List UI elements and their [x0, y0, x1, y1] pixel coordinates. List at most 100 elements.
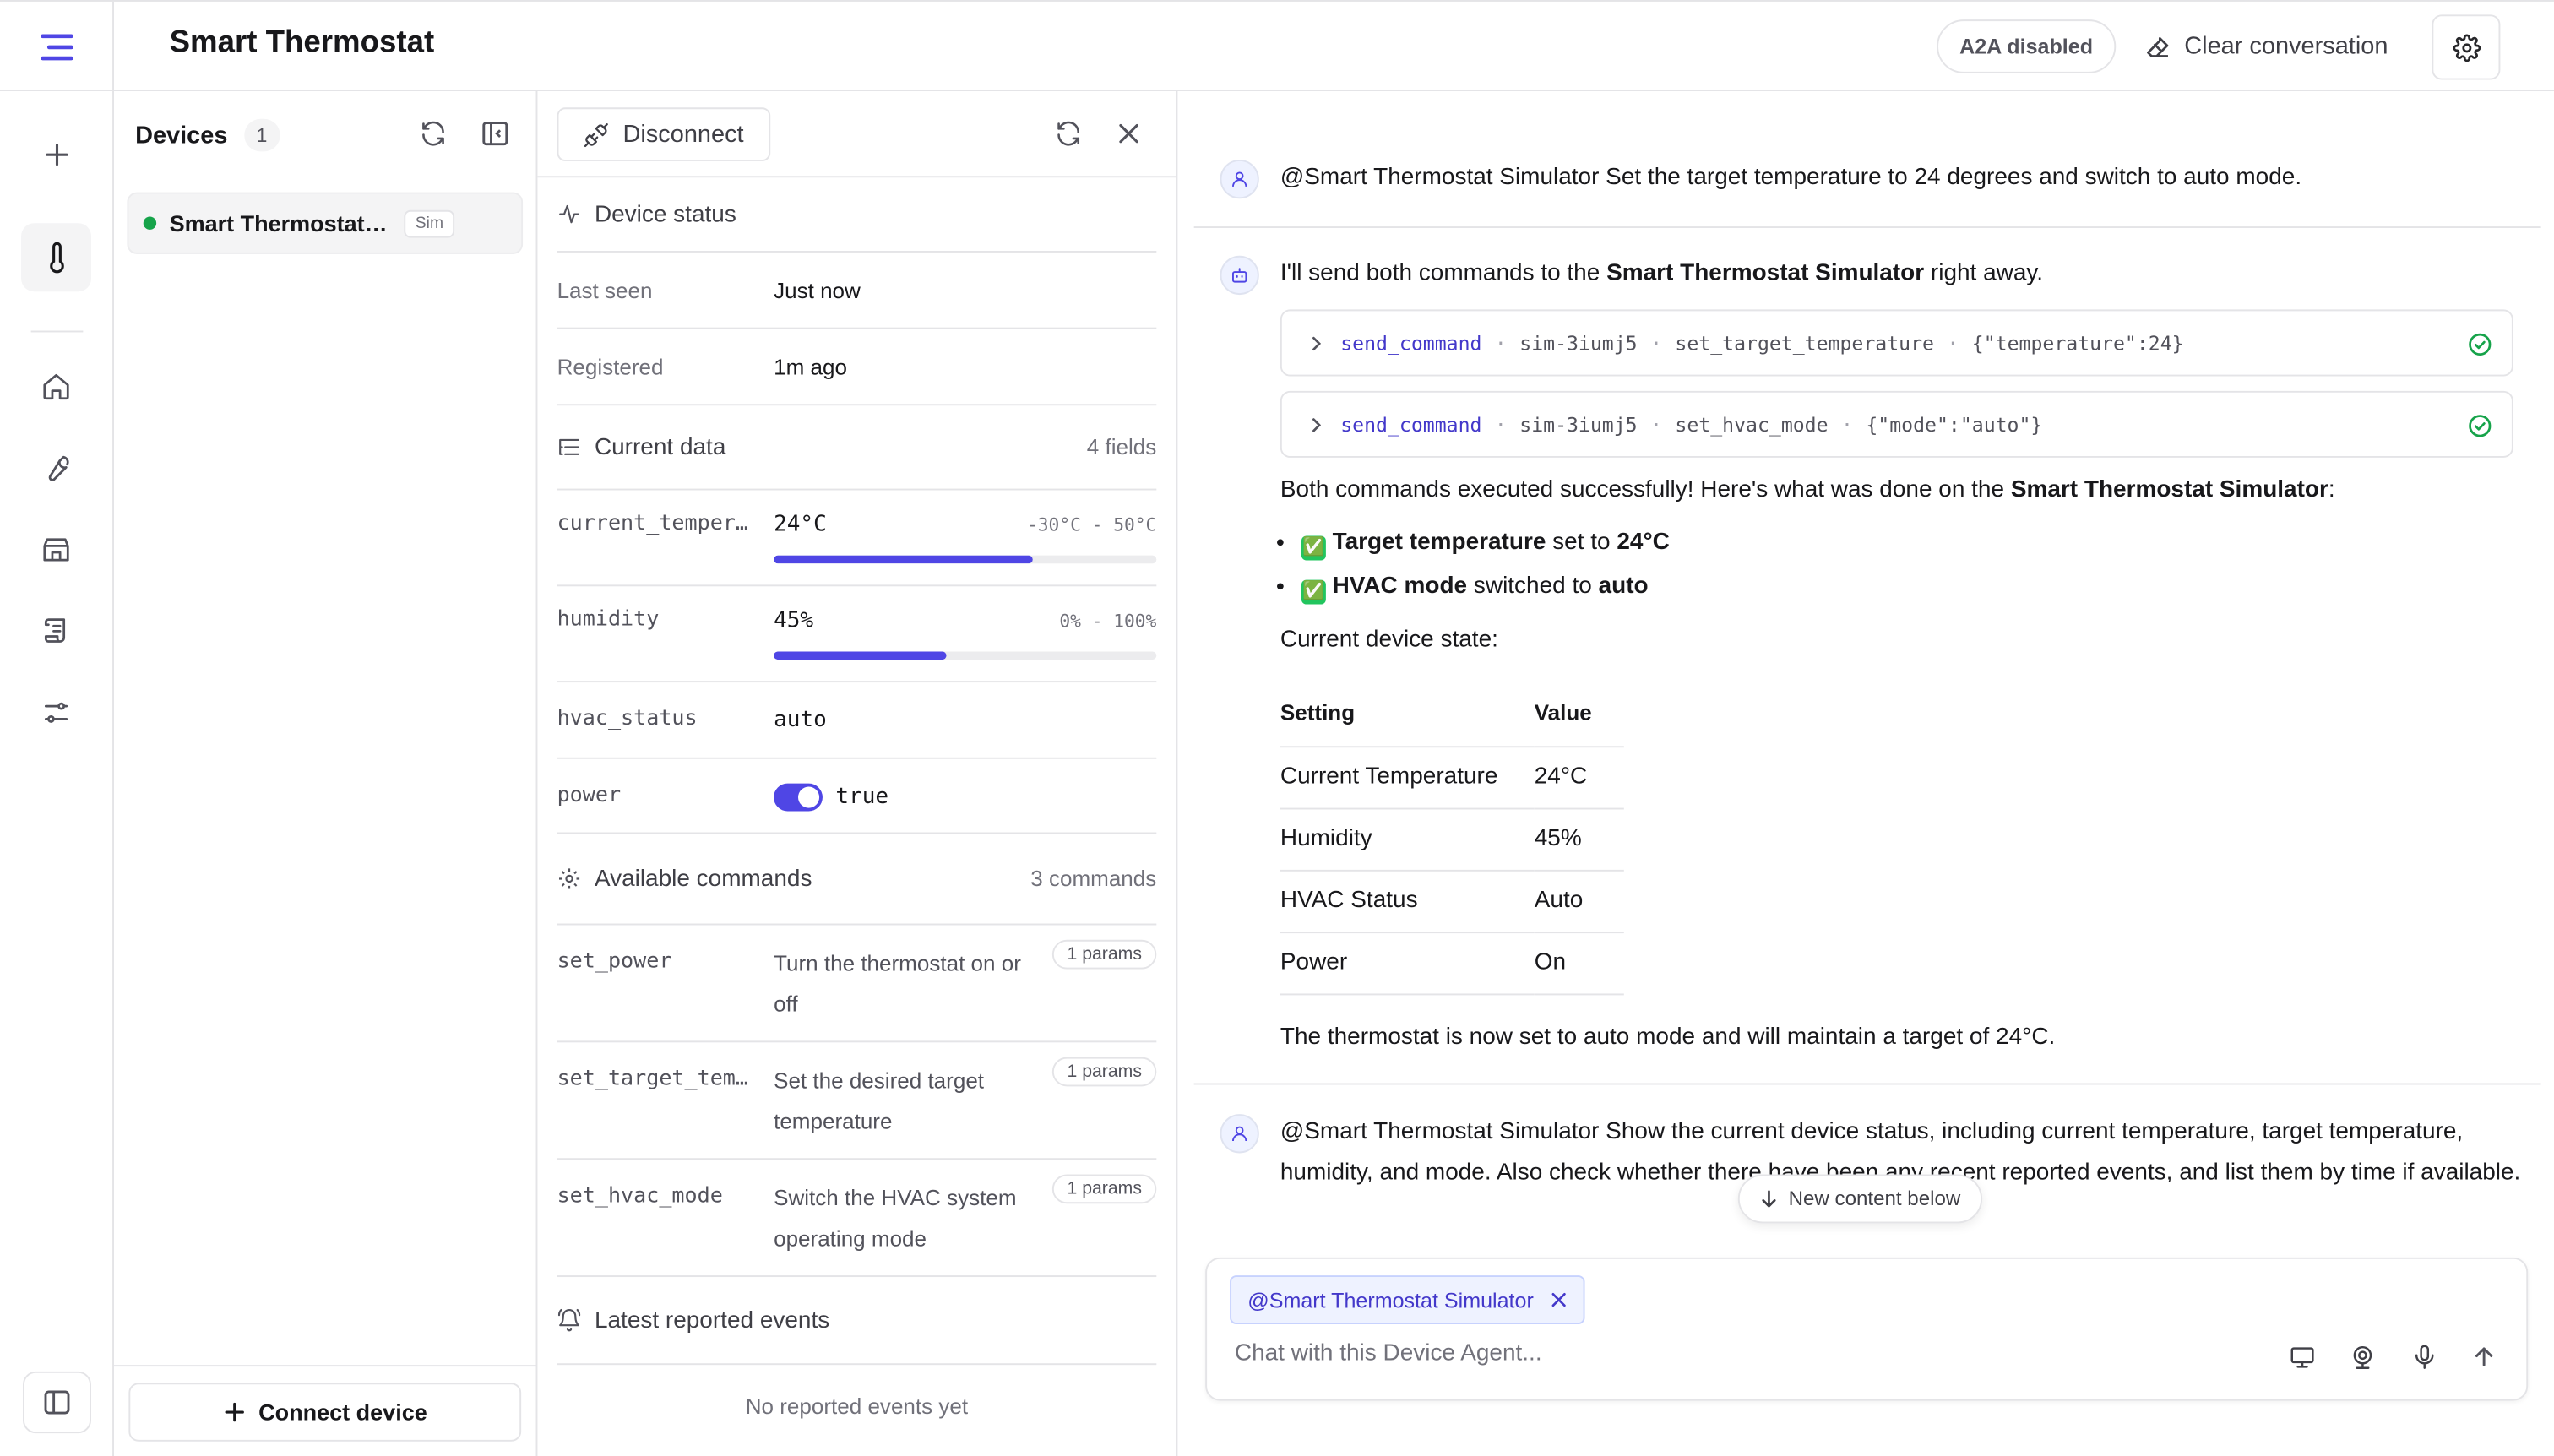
- device-list-item[interactable]: Smart Thermostat Simulator Sim: [127, 192, 524, 254]
- home-icon: [43, 372, 69, 399]
- close-icon[interactable]: [1550, 1291, 1566, 1307]
- store-icon: [43, 537, 69, 561]
- power-toggle[interactable]: [774, 783, 823, 812]
- commands-title: Available commands: [594, 866, 812, 892]
- tool-function: send_command: [1340, 412, 1482, 436]
- devices-header: Devices 1: [135, 118, 280, 152]
- disconnect-label: Disconnect: [622, 120, 744, 149]
- command-row-set-target-temperature[interactable]: set_target_temperature Set the desired t…: [557, 1042, 1157, 1160]
- detail-header: Disconnect: [537, 91, 1176, 178]
- status-label: Registered: [557, 354, 664, 379]
- status-value: Just now: [774, 277, 861, 302]
- eraser-icon: [2147, 36, 2169, 57]
- refresh-devices-button[interactable]: [419, 119, 448, 149]
- status-row-registered: Registered 1m ago: [557, 329, 1157, 406]
- table-row: Power On: [1280, 932, 1624, 995]
- commands-count: 3 commands: [1030, 867, 1157, 891]
- assistant-avatar: [1220, 255, 1259, 296]
- command-row-set-power[interactable]: set_power Turn the thermostat on or off …: [557, 925, 1157, 1043]
- check-circle-icon: [2469, 415, 2492, 437]
- check-mark-icon: ✅: [1301, 535, 1326, 561]
- rail-divider: [30, 330, 84, 333]
- assistant-closing: The thermostat is now set to auto mode a…: [1280, 1024, 2056, 1051]
- commands-section-header: Available commands 3 commands: [557, 834, 1157, 926]
- disconnect-button[interactable]: Disconnect: [557, 107, 771, 161]
- command-name: set_target_temperature: [557, 1067, 753, 1092]
- chat-composer: @Smart Thermostat Simulator: [1205, 1257, 2529, 1401]
- events-empty-note: No reported events yet: [745, 1394, 969, 1419]
- list-tree-icon: [559, 438, 579, 455]
- menu-button[interactable]: [0, 1, 115, 92]
- new-content-button[interactable]: New content below: [1737, 1174, 1982, 1224]
- status-row-last-seen: Last seen Just now: [557, 253, 1157, 329]
- rail-store-button[interactable]: [21, 514, 91, 583]
- camera-button[interactable]: [2349, 1344, 2377, 1372]
- close-icon: [1119, 123, 1138, 144]
- separator: ·: [1494, 331, 1507, 355]
- tool-device-id: sim-3iumj5: [1519, 331, 1638, 355]
- rail-thermostat-button[interactable]: [21, 223, 92, 292]
- result-item: ✅Target temperature set to 24°C: [1301, 521, 1670, 565]
- screen-share-button[interactable]: [2289, 1344, 2317, 1372]
- field-key: power: [557, 783, 622, 808]
- rail-settings-button[interactable]: [21, 677, 91, 746]
- wrench-icon: [48, 454, 69, 481]
- intro-device-name: Smart Thermostat Simulator: [1606, 260, 1925, 287]
- table-cell: Humidity: [1280, 807, 1535, 871]
- a2a-status-badge[interactable]: A2A disabled: [1937, 19, 2117, 73]
- collapse-panel-button[interactable]: [481, 119, 510, 149]
- data-row-power: power true: [557, 759, 1157, 834]
- field-key: humidity: [557, 607, 660, 633]
- user-icon: [1231, 171, 1247, 187]
- send-button[interactable]: [2471, 1344, 2497, 1370]
- current-data-section-header: Current data 4 fields: [557, 405, 1157, 491]
- tool-function: send_command: [1340, 331, 1482, 355]
- tool-args: {"temperature":24}: [1971, 331, 2184, 355]
- rail-home-button[interactable]: [21, 352, 91, 421]
- new-button[interactable]: [21, 121, 91, 189]
- result-text: switched to: [1467, 573, 1599, 600]
- command-params-badge: 1 params: [1052, 1174, 1157, 1204]
- sim-badge: Sim: [404, 209, 455, 237]
- table-cell: Auto: [1534, 869, 1624, 933]
- check-mark-icon: ✅: [1301, 579, 1326, 605]
- summary-text: Both commands executed successfully! Her…: [1280, 477, 2011, 503]
- connect-device-button[interactable]: Connect device: [128, 1383, 522, 1442]
- chat-input[interactable]: [1234, 1340, 2245, 1367]
- tool-args: {"mode":"auto"}: [1866, 412, 2043, 436]
- command-description: Set the desired target temperature: [774, 1068, 985, 1134]
- device-name: Smart Thermostat Simulator: [169, 209, 391, 236]
- tool-call-card[interactable]: send_command · sim-3iumj5 · set_target_t…: [1280, 309, 2513, 377]
- online-status-dot: [143, 216, 157, 230]
- result-label: HVAC mode: [1332, 573, 1468, 600]
- data-row-hvac-status: hvac_status auto: [557, 682, 1157, 759]
- tool-call-card[interactable]: send_command · sim-3iumj5 · set_hvac_mod…: [1280, 390, 2513, 458]
- refresh-detail-button[interactable]: [1054, 119, 1084, 149]
- settings-button[interactable]: [2432, 14, 2501, 80]
- separator: ·: [1947, 331, 1959, 355]
- rail-logs-button[interactable]: [21, 596, 91, 665]
- microphone-icon: [2415, 1345, 2434, 1370]
- chat-panel: @Smart Thermostat Simulator Set the targ…: [1177, 91, 2554, 1456]
- data-row-current-temperature: current_temperature 24°C -30°C - 50°C: [557, 491, 1157, 587]
- toggle-sidebar-button[interactable]: [23, 1371, 92, 1434]
- command-description: Switch the HVAC system operating mode: [774, 1186, 1017, 1252]
- events-section-header: Latest reported events: [557, 1277, 1157, 1366]
- command-row-set-hvac-mode[interactable]: set_hvac_mode Switch the HVAC system ope…: [557, 1160, 1157, 1278]
- field-value: auto: [774, 707, 827, 733]
- table-row: Current Temperature 24°C: [1280, 746, 1624, 809]
- table-cell: On: [1534, 932, 1624, 995]
- bell-icon: [557, 1308, 581, 1332]
- mention-chip[interactable]: @Smart Thermostat Simulator: [1230, 1275, 1584, 1324]
- result-value: 24°C: [1617, 529, 1670, 556]
- devices-panel: Devices 1 Smart Thermostat Simulator Sim…: [114, 91, 538, 1456]
- intro-text: I'll send both commands to the: [1280, 260, 1607, 287]
- microphone-button[interactable]: [2410, 1344, 2438, 1372]
- clear-conversation-button[interactable]: Clear conversation: [2145, 19, 2388, 73]
- status-label: Last seen: [557, 277, 653, 302]
- field-value: true: [835, 783, 889, 810]
- table-header-row: Setting Value: [1280, 681, 1624, 747]
- unplug-icon: [584, 122, 609, 147]
- rail-tools-button[interactable]: [21, 433, 91, 502]
- close-detail-button[interactable]: [1117, 122, 1140, 145]
